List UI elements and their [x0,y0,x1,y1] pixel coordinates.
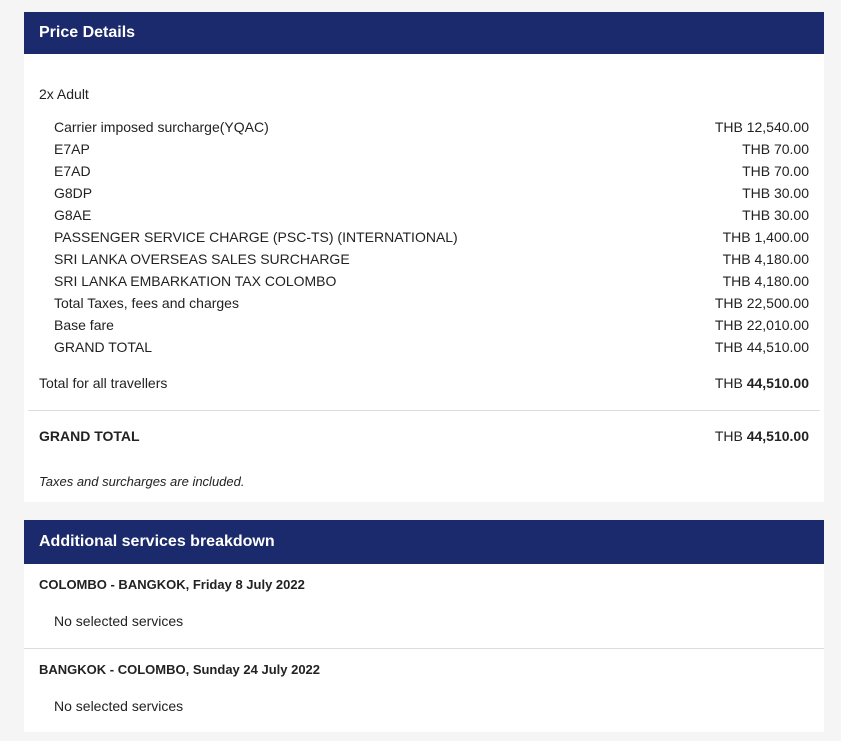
total-all-travellers-amount: THB 44,510.00 [715,372,809,394]
price-row: Carrier imposed surcharge(YQAC) THB 12,54… [54,116,809,138]
segment-outbound: COLOMBO - BANGKOK, Friday 8 July 2022 No… [24,564,824,648]
passenger-count-label: 2x Adult [39,86,89,102]
segment-services-status: No selected services [54,613,184,629]
price-row-amount: THB 44,510.00 [714,339,809,355]
price-row: Base fare THB 22,010.00 [54,314,809,336]
price-row: E7AP THB 70.00 [54,138,809,160]
price-row-label: E7AP [54,141,90,157]
price-row-label: GRAND TOTAL [54,339,153,355]
grand-total-amount: THB 44,510.00 [715,425,809,447]
additional-services-header: Additional services breakdown [24,520,824,564]
grand-total-row: GRAND TOTAL THB 44,510.00 [39,425,809,447]
price-row-amount: THB 30.00 [742,185,809,201]
grand-total-value: 44,510.00 [746,428,809,444]
price-details-card: Price Details 2x Adult Carrier imposed s… [24,12,824,502]
segment-title: COLOMBO - BANGKOK, Friday 8 July 2022 [39,577,305,592]
price-row-label: G8DP [54,185,93,201]
total-all-travellers-label: Total for all travellers [39,375,168,391]
additional-services-title: Additional services breakdown [39,533,275,550]
price-row-amount: THB 22,500.00 [714,295,809,311]
additional-services-card: Additional services breakdown COLOMBO - … [24,520,824,732]
price-row-amount: THB 70.00 [742,141,809,157]
grand-total-currency: THB [714,428,743,444]
grand-total-label: GRAND TOTAL [39,428,140,444]
price-row-amount: THB 70.00 [742,163,809,179]
price-details-title: Price Details [39,24,136,41]
segment-services-status: No selected services [54,698,184,714]
segment-return: BANGKOK - COLOMBO, Sunday 24 July 2022 N… [24,649,824,732]
segment-title: BANGKOK - COLOMBO, Sunday 24 July 2022 [39,662,321,677]
price-row-amount: THB 4,180.00 [722,251,809,267]
price-breakdown-list: Carrier imposed surcharge(YQAC) THB 12,54… [54,116,809,358]
taxes-note: Taxes and surcharges are included. [39,474,245,489]
price-row-label: Carrier imposed surcharge(YQAC) [54,119,269,135]
price-row: SRI LANKA OVERSEAS SALES SURCHARGE THB 4,… [54,248,809,270]
divider [28,410,820,411]
price-row-amount: THB 12,540.00 [714,119,809,135]
total-value: 44,510.00 [746,375,809,391]
total-currency: THB [714,375,743,391]
price-row: SRI LANKA EMBARKATION TAX COLOMBO THB 4,1… [54,270,809,292]
price-row-label: G8AE [54,207,92,223]
price-details-header: Price Details [24,12,824,54]
price-row-label: Base fare [54,317,114,333]
price-row: E7AD THB 70.00 [54,160,809,182]
price-row: G8DP THB 30.00 [54,182,809,204]
price-row-label: SRI LANKA EMBARKATION TAX COLOMBO [54,273,337,289]
price-row-amount: THB 4,180.00 [722,273,809,289]
price-row: G8AE THB 30.00 [54,204,809,226]
price-row-amount: THB 22,010.00 [714,317,809,333]
price-row-label: PASSENGER SERVICE CHARGE (PSC-TS) (INTER… [54,229,458,245]
price-row-amount: THB 1,400.00 [722,229,809,245]
price-row-label: E7AD [54,163,91,179]
price-row-amount: THB 30.00 [742,207,809,223]
total-all-travellers-row: Total for all travellers THB 44,510.00 [39,372,809,394]
price-row: Total Taxes, fees and charges THB 22,500.… [54,292,809,314]
price-row-label: SRI LANKA OVERSEAS SALES SURCHARGE [54,251,350,267]
price-row-label: Total Taxes, fees and charges [54,295,239,311]
price-row: GRAND TOTAL THB 44,510.00 [54,336,809,358]
price-row: PASSENGER SERVICE CHARGE (PSC-TS) (INTER… [54,226,809,248]
